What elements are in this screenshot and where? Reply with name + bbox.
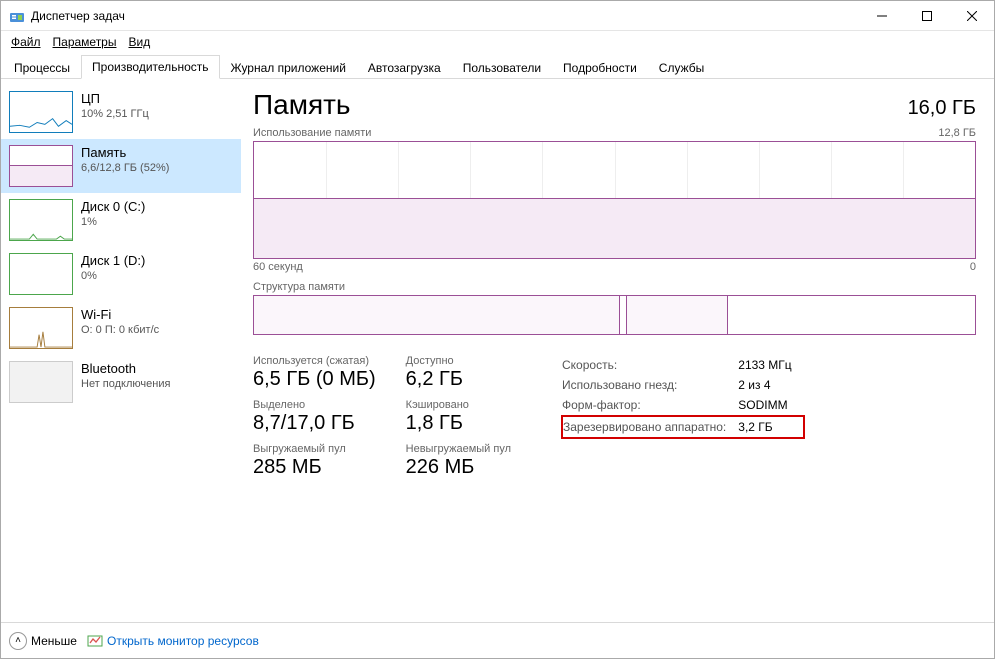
slots-label: Использовано гнезд: — [562, 375, 738, 395]
window-title: Диспетчер задач — [31, 9, 859, 23]
window-controls — [859, 1, 994, 30]
tab-bar: Процессы Производительность Журнал прило… — [1, 53, 994, 79]
open-resource-monitor-link[interactable]: Открыть монитор ресурсов — [87, 633, 259, 649]
titlebar: Диспетчер задач — [1, 1, 994, 31]
sidebar-disk1-sub: 0% — [81, 270, 145, 282]
close-button[interactable] — [949, 1, 994, 30]
tab-processes[interactable]: Процессы — [3, 56, 81, 79]
sidebar-wifi-sub: О: 0 П: 0 кбит/с — [81, 324, 159, 336]
sidebar-disk0-sub: 1% — [81, 216, 145, 228]
menu-options[interactable]: Параметры — [47, 33, 123, 51]
tab-performance[interactable]: Производительность — [81, 55, 219, 79]
tab-users[interactable]: Пользователи — [452, 56, 552, 79]
resmon-icon — [87, 633, 103, 649]
reserved-label: Зарезервировано аппаратно: — [562, 416, 738, 438]
tab-startup[interactable]: Автозагрузка — [357, 56, 452, 79]
sidebar-bt-sub: Нет подключения — [81, 378, 170, 390]
footer: ˄ Меньше Открыть монитор ресурсов — [1, 622, 994, 658]
body: ЦП 10% 2,51 ГГц Память 6,6/12,8 ГБ (52%) — [1, 79, 994, 622]
sidebar-wifi-title: Wi-Fi — [81, 307, 159, 322]
stat-paged-label: Выгружаемый пул — [253, 443, 376, 455]
memory-thumb — [9, 145, 73, 187]
tab-details[interactable]: Подробности — [552, 56, 648, 79]
minimize-button[interactable] — [859, 1, 904, 30]
usage-chart-label: Использование памяти — [253, 127, 371, 139]
menubar: Файл Параметры Вид — [1, 31, 994, 53]
stat-avail-label: Доступно — [406, 355, 511, 367]
maximize-button[interactable] — [904, 1, 949, 30]
sidebar-bt-title: Bluetooth — [81, 361, 170, 376]
sidebar: ЦП 10% 2,51 ГГц Память 6,6/12,8 ГБ (52%) — [1, 79, 241, 622]
comp-modified — [620, 296, 627, 334]
cpu-thumb — [9, 91, 73, 133]
total-memory: 16,0 ГБ — [908, 97, 976, 120]
comp-standby — [627, 296, 728, 334]
time-axis-left: 60 секунд — [253, 261, 303, 273]
sidebar-item-memory[interactable]: Память 6,6/12,8 ГБ (52%) — [1, 139, 241, 193]
app-icon — [9, 8, 25, 24]
usage-chart-max: 12,8 ГБ — [938, 127, 976, 139]
memory-composition-chart[interactable] — [253, 295, 976, 335]
sidebar-cpu-title: ЦП — [81, 91, 149, 106]
menu-view[interactable]: Вид — [122, 33, 156, 51]
fewer-details-button[interactable]: ˄ Меньше — [9, 632, 77, 650]
page-title: Память — [253, 89, 351, 121]
main-panel: Память 16,0 ГБ Использование памяти 12,8… — [241, 79, 994, 622]
stat-inuse-label: Используется (сжатая) — [253, 355, 376, 367]
chevron-up-icon: ˄ — [9, 632, 27, 650]
tab-app-history[interactable]: Журнал приложений — [220, 56, 357, 79]
sidebar-memory-title: Память — [81, 145, 169, 160]
bluetooth-thumb — [9, 361, 73, 403]
sidebar-disk1-title: Диск 1 (D:) — [81, 253, 145, 268]
sidebar-disk0-title: Диск 0 (C:) — [81, 199, 145, 214]
disk0-thumb — [9, 199, 73, 241]
stat-commit-label: Выделено — [253, 399, 376, 411]
sidebar-cpu-sub: 10% 2,51 ГГц — [81, 108, 149, 120]
stat-nonpaged-label: Невыгружаемый пул — [406, 443, 511, 455]
sidebar-item-disk0[interactable]: Диск 0 (C:) 1% — [1, 193, 241, 247]
task-manager-window: Диспетчер задач Файл Параметры Вид Проце… — [0, 0, 995, 659]
sidebar-item-cpu[interactable]: ЦП 10% 2,51 ГГц — [1, 85, 241, 139]
sidebar-item-bluetooth[interactable]: Bluetooth Нет подключения — [1, 355, 241, 409]
composition-label: Структура памяти — [253, 281, 345, 293]
disk1-thumb — [9, 253, 73, 295]
sidebar-item-disk1[interactable]: Диск 1 (D:) 0% — [1, 247, 241, 301]
stat-commit-value: 8,7/17,0 ГБ — [253, 412, 376, 435]
stat-cached-label: Кэшировано — [406, 399, 511, 411]
memory-usage-chart[interactable] — [253, 141, 976, 259]
form-value: SODIMM — [738, 395, 803, 416]
form-label: Форм-фактор: — [562, 395, 738, 416]
sidebar-item-wifi[interactable]: Wi-Fi О: 0 П: 0 кбит/с — [1, 301, 241, 355]
slots-value: 2 из 4 — [738, 375, 803, 395]
stat-paged-value: 285 МБ — [253, 456, 376, 479]
stats: Используется (сжатая) 6,5 ГБ (0 МБ) Дост… — [253, 355, 976, 479]
speed-label: Скорость: — [562, 355, 738, 375]
stat-nonpaged-value: 226 МБ — [406, 456, 511, 479]
stat-avail-value: 6,2 ГБ — [406, 368, 511, 391]
wifi-thumb — [9, 307, 73, 349]
stat-inuse-value: 6,5 ГБ (0 МБ) — [253, 368, 376, 391]
stats-left: Используется (сжатая) 6,5 ГБ (0 МБ) Дост… — [253, 355, 511, 479]
tab-services[interactable]: Службы — [648, 56, 715, 79]
speed-value: 2133 МГц — [738, 355, 803, 375]
time-axis-right: 0 — [970, 261, 976, 273]
reserved-value: 3,2 ГБ — [738, 416, 803, 438]
comp-in-use — [254, 296, 620, 334]
menu-file[interactable]: Файл — [5, 33, 47, 51]
comp-free — [728, 296, 975, 334]
stat-cached-value: 1,8 ГБ — [406, 412, 511, 435]
stats-right: Скорость: 2133 МГц Использовано гнезд: 2… — [561, 355, 805, 479]
sidebar-memory-sub: 6,6/12,8 ГБ (52%) — [81, 162, 169, 174]
